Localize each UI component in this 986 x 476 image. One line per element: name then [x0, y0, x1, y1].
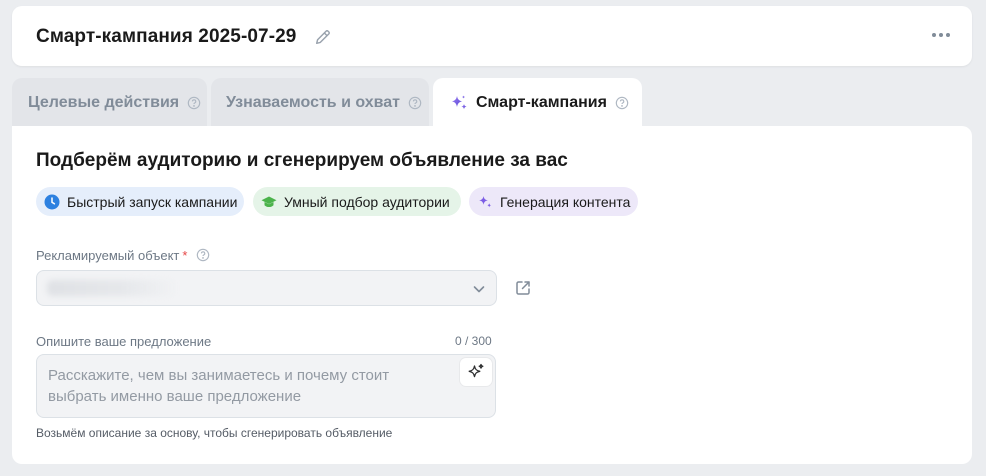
- tab-label: Узнаваемость и охват: [226, 94, 400, 111]
- tab-label: Смарт-кампания: [476, 94, 607, 111]
- clock-icon: [44, 194, 60, 209]
- tab-label: Целевые действия: [28, 94, 180, 111]
- sparkle-icon: [479, 195, 492, 207]
- chevron-down-icon: [473, 286, 485, 293]
- feature-chip-smart-audience: Умный подбор аудитории: [253, 187, 461, 216]
- help-icon[interactable]: [196, 248, 210, 262]
- help-icon[interactable]: [615, 96, 629, 110]
- smart-campaign-form: Подберём аудиторию и сгенерируем объявле…: [12, 126, 972, 464]
- required-mark: *: [182, 248, 188, 263]
- campaign-header: Смарт-кампания 2025-07-29: [12, 6, 972, 66]
- chip-label: Умный подбор аудитории: [284, 193, 450, 210]
- ai-generate-button[interactable]: [460, 358, 492, 386]
- description-hint: Возьмём описание за основу, чтобы сгенер…: [36, 426, 393, 440]
- chip-label: Быстрый запуск кампании: [67, 193, 238, 210]
- description-label: Опишите ваше предложение: [36, 334, 212, 349]
- description-textarea[interactable]: Расскажите, чем вы занимаетесь и почему …: [36, 354, 496, 418]
- field-label: Рекламируемый объект: [36, 248, 180, 263]
- graduation-cap-icon: [261, 196, 277, 207]
- advertised-object-label: Рекламируемый объект *: [36, 248, 210, 263]
- tab-awareness-reach[interactable]: Узнаваемость и охват: [211, 78, 429, 128]
- textarea-placeholder: Расскажите, чем вы занимаетесь и почему …: [48, 367, 390, 405]
- campaign-title: Смарт-кампания 2025-07-29: [36, 26, 297, 47]
- edit-pencil-icon[interactable]: [314, 28, 332, 46]
- tab-smart-campaign[interactable]: Смарт-кампания: [433, 78, 642, 128]
- feature-chip-content-generation: Генерация контента: [469, 187, 638, 216]
- help-icon[interactable]: [187, 96, 201, 110]
- form-title: Подберём аудиторию и сгенерируем объявле…: [36, 150, 568, 171]
- help-icon[interactable]: [408, 96, 422, 110]
- external-link-icon[interactable]: [514, 279, 532, 297]
- sparkle-icon: [451, 95, 467, 110]
- feature-chip-fast-launch: Быстрый запуск кампании: [36, 187, 244, 216]
- advertised-object-select[interactable]: [36, 270, 497, 306]
- tab-target-actions[interactable]: Целевые действия: [12, 78, 207, 128]
- chip-label: Генерация контента: [500, 193, 631, 210]
- more-dots-icon[interactable]: [930, 28, 952, 42]
- sparkle-outline-icon: [468, 363, 484, 378]
- blurred-selected-value: [47, 280, 177, 296]
- char-counter: 0 / 300: [455, 334, 492, 348]
